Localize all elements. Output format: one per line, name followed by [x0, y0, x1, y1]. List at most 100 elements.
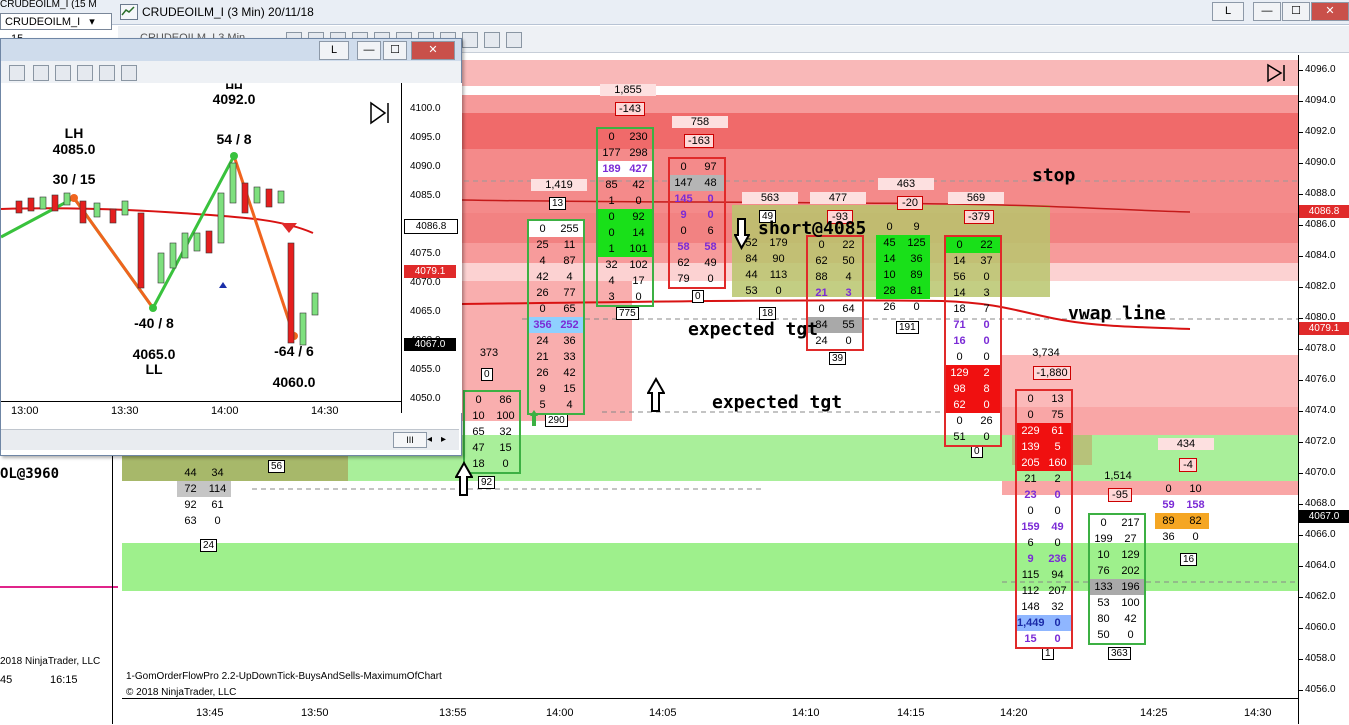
footprint-cell: 10	[1189, 483, 1202, 495]
footprint-cell: 21	[536, 351, 549, 363]
indicator-icon[interactable]	[33, 65, 49, 81]
bar-count: 24	[200, 539, 218, 552]
footprint-cell: 17	[632, 275, 645, 287]
footprint-row: 24 36	[529, 333, 583, 349]
maximize-button[interactable]: ☐	[1282, 2, 1310, 21]
x-tick: 13:50	[301, 707, 329, 719]
mini-chart-plot[interactable]: HH 4092.0 54 / 8 LH 4085.0 30 / 15 -40 /…	[0, 81, 401, 401]
mini-price-axis[interactable]: 4100.04095.04090.04085.04080.04075.04070…	[401, 83, 462, 413]
ll-ratio: -40 / 8	[134, 315, 174, 331]
close-button[interactable]: ✕	[1311, 2, 1349, 21]
footprint-cell: 11	[563, 239, 576, 251]
footprint-row: 63 0	[177, 513, 231, 529]
mini-minimize-button[interactable]: —	[357, 41, 381, 60]
footprint-cell: 112	[1021, 585, 1040, 597]
bar-total: 569	[948, 192, 1004, 204]
y-tick: 4060.0	[1299, 622, 1336, 633]
footprint-cell: 80	[1097, 613, 1110, 625]
money-icon[interactable]	[99, 65, 115, 81]
y-tick: 4092.0	[1299, 126, 1336, 137]
x-tick: 14:10	[792, 707, 820, 719]
footprint-row: 16 0	[946, 333, 1000, 349]
footprint-row: 0 26	[946, 413, 1000, 429]
footprint-cell: 0	[635, 195, 642, 207]
footprint-cell: 14	[632, 227, 645, 239]
footprint-row: 80 42	[1090, 611, 1144, 627]
x-tick: 13:45	[196, 707, 224, 719]
price-axis[interactable]: 4096.0 4094.0 4092.0 4090.0 4088.0 4086.0 4084…	[1298, 55, 1349, 724]
footprint-cell: 64	[842, 303, 855, 315]
x-tick: 45	[0, 674, 13, 686]
footprint-cell: 44	[745, 269, 758, 281]
mini-scrollbar[interactable]: III ◂ ▸	[1, 429, 459, 450]
mini-time-axis[interactable]: 13:00 13:30 14:00 14:30	[1, 401, 401, 422]
y-tick: 4068.0	[1299, 498, 1336, 509]
footprint-row: 71 0	[946, 317, 1000, 333]
mini-candle	[193, 232, 201, 252]
annotation-left-partial: OL@3960	[0, 466, 60, 482]
footprint-cell: 92	[632, 211, 645, 223]
footprint-cell: 101	[629, 243, 648, 255]
footprint-cell: 133	[1094, 581, 1113, 593]
footprint-cell: 236	[1048, 553, 1067, 565]
footprint-row: 10	[598, 193, 652, 209]
footprint-cell: 9	[913, 221, 920, 233]
mini-link-button[interactable]: L	[319, 41, 349, 60]
y-tick: 4090.0	[1299, 157, 1336, 168]
footprint-cell: 0	[214, 515, 221, 527]
mini-candle	[27, 197, 35, 212]
footprint-row: 28 81	[876, 283, 930, 299]
mini-close-button[interactable]: ✕	[411, 41, 455, 60]
save-template-icon[interactable]	[121, 65, 137, 81]
y-tick: 4072.0	[1299, 436, 1336, 447]
mini-chart-window[interactable]: L — ☐ ✕ HH 4092.0 54 / 8 LH 4085.0 30 / …	[0, 38, 462, 456]
footprint-cell: 0	[818, 239, 825, 251]
footprint-row: 10 100	[465, 408, 519, 424]
back-window-title[interactable]: CRUDEOILM_I (15 M	[0, 0, 118, 10]
minimize-button[interactable]: —	[1253, 2, 1281, 21]
mini-titlebar[interactable]: L — ☐ ✕	[1, 39, 461, 62]
scroll-left-icon[interactable]: ◂	[427, 434, 432, 445]
footprint-cell: 10	[472, 410, 485, 422]
footprint-row: 159 49	[1017, 519, 1071, 535]
footprint-row: 62 49	[670, 255, 724, 271]
scroll-right-icon[interactable]: ▸	[441, 434, 446, 445]
candlestick-icon[interactable]	[55, 65, 71, 81]
line-chart-icon[interactable]	[77, 65, 93, 81]
line-chart-icon[interactable]	[462, 32, 478, 48]
footprint-cell: 90	[772, 253, 785, 265]
zoom-icon[interactable]	[9, 65, 25, 81]
footprint-row: 32 102	[598, 257, 652, 273]
footprint-cell: 0	[680, 161, 687, 173]
money-icon[interactable]	[484, 32, 500, 48]
time-axis[interactable]: 13:45 13:50 13:55 14:00 14:05 14:10 14:1…	[122, 698, 1298, 725]
footprint-cell: 0	[775, 285, 782, 297]
mini-candle	[287, 242, 295, 344]
instrument-selector[interactable]: CRUDEOILM_I ▾ 15	[0, 13, 112, 45]
scrollbar-thumb[interactable]: III	[393, 432, 427, 448]
footprint-cell: 61	[1051, 425, 1064, 437]
footprint-cell: 21	[815, 287, 828, 299]
mini-maximize-button[interactable]: ☐	[383, 41, 407, 60]
footprint-row: 72 114	[177, 481, 231, 497]
save-template-icon[interactable]	[506, 32, 522, 48]
footprint-cell: 4	[608, 275, 615, 287]
footprint-cell: 16	[953, 335, 966, 347]
bar-total: 373	[479, 347, 499, 359]
footprint-cell: 4	[845, 271, 852, 283]
footprint-cell: 0	[1027, 505, 1034, 517]
footprint-cell: 189	[602, 163, 621, 175]
footprint-cell: 58	[677, 241, 690, 253]
footprint-row: 62 50	[808, 253, 862, 269]
footprint-row: 4 17	[598, 273, 652, 289]
footprint-cell: 102	[629, 259, 648, 271]
footprint-row: 0 22	[946, 237, 1000, 253]
link-button[interactable]: L	[1212, 2, 1244, 21]
y-tick: 4062.0	[1299, 591, 1336, 602]
bar-count: 775	[616, 307, 639, 320]
footprint-row: 65 32	[465, 424, 519, 440]
footprint-row: 50 0	[1090, 627, 1144, 643]
ll-label: LL	[145, 361, 163, 377]
footprint-row: 44 34	[177, 465, 231, 481]
play-end-icon[interactable]	[1266, 63, 1288, 83]
